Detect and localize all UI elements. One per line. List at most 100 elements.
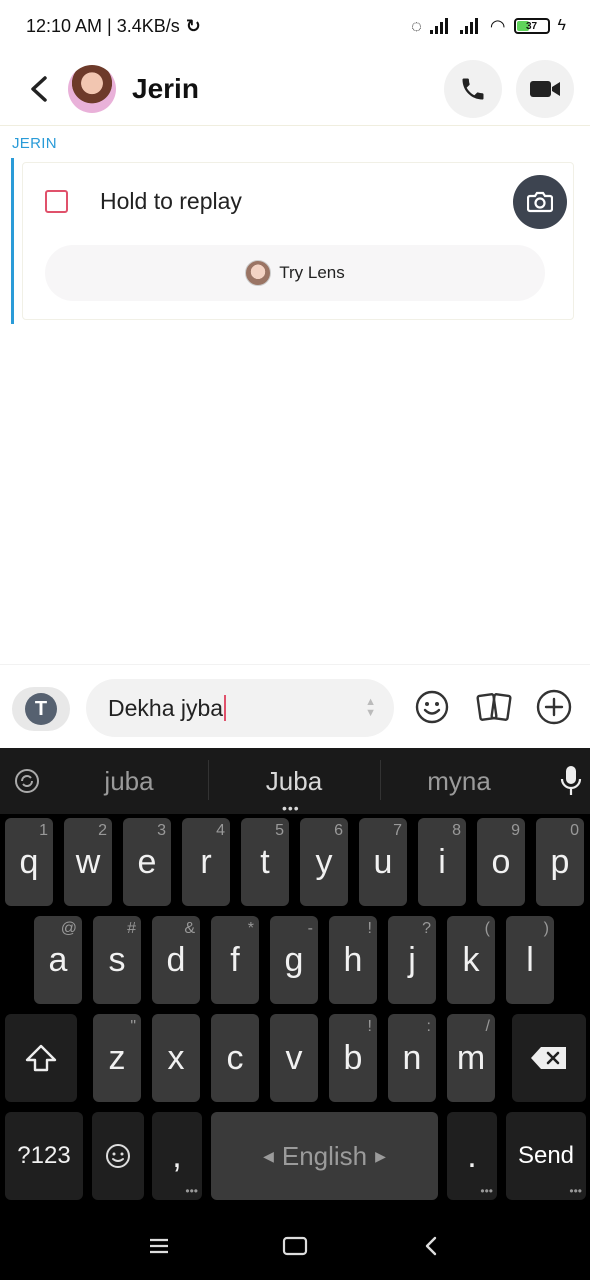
key-j[interactable]: j?: [388, 916, 436, 1004]
key-label: j: [408, 940, 416, 979]
key-u[interactable]: u7: [359, 818, 407, 906]
key-z[interactable]: z ": [93, 1014, 141, 1102]
key-label: a: [48, 940, 68, 979]
key-o[interactable]: o9: [477, 818, 525, 906]
key-alt-label: 1: [39, 822, 48, 839]
key-alt-label: 9: [511, 822, 520, 839]
emoji-button[interactable]: [412, 687, 452, 727]
back-button[interactable]: [24, 74, 54, 104]
key-alt-label: -: [307, 920, 313, 937]
message-input-text: Dekha jyba: [108, 694, 224, 721]
space-left-arrow-icon: ◀: [263, 1147, 274, 1164]
suggestion-1[interactable]: juba: [50, 748, 208, 814]
key-alt-label: 0: [570, 822, 579, 839]
key-m[interactable]: m /: [447, 1014, 495, 1102]
key-label: i: [438, 842, 446, 881]
backspace-key[interactable]: [512, 1014, 586, 1102]
reply-camera-button[interactable]: [513, 175, 567, 229]
comma-key[interactable]: , •••: [152, 1112, 202, 1200]
cards-icon: [476, 693, 512, 721]
key-a[interactable]: a @: [34, 916, 82, 1004]
key-alt-label: ?: [422, 920, 431, 937]
keyboard-menu-icon[interactable]: [12, 766, 42, 796]
key-label: w: [75, 842, 101, 881]
text-mode-button[interactable]: T: [12, 687, 70, 731]
status-left: 12:10 AM | 3.4KB/s ↻: [26, 16, 201, 37]
key-label: p: [550, 842, 570, 881]
menu-icon[interactable]: [145, 1232, 173, 1260]
key-label: f: [230, 940, 240, 979]
expand-arrows-icon[interactable]: ▲ ▼: [365, 697, 376, 719]
key-alt-label: 6: [334, 822, 343, 839]
sender-label: JERIN: [12, 135, 57, 152]
key-i[interactable]: i8: [418, 818, 466, 906]
key-more-dots: •••: [480, 1184, 493, 1198]
stickers-button[interactable]: [474, 687, 514, 727]
key-e[interactable]: e3: [123, 818, 171, 906]
space-key[interactable]: ◀ English ▶: [211, 1112, 438, 1200]
comma-key-label: ,: [172, 1136, 182, 1175]
key-v[interactable]: v: [270, 1014, 318, 1102]
more-suggestions-dots: •••: [282, 800, 300, 816]
period-key-label: .: [467, 1136, 477, 1175]
key-c[interactable]: c: [211, 1014, 259, 1102]
back-icon[interactable]: [417, 1232, 445, 1260]
key-q[interactable]: q1: [5, 818, 53, 906]
home-icon[interactable]: [281, 1232, 309, 1260]
snap-square-icon: [45, 190, 68, 213]
key-label: c: [226, 1038, 244, 1077]
key-more-dots: •••: [185, 1184, 198, 1198]
key-l[interactable]: l): [506, 916, 554, 1004]
message-input[interactable]: Dekha jyba ▲ ▼: [86, 679, 394, 737]
wifi-icon: ◠: [489, 15, 506, 36]
shift-key[interactable]: [5, 1014, 77, 1102]
key-more-dots: •••: [569, 1184, 582, 1198]
chevron-left-icon: [31, 75, 47, 102]
key-x[interactable]: x: [152, 1014, 200, 1102]
battery-level: 37: [525, 20, 538, 32]
voice-call-button[interactable]: [444, 59, 502, 118]
try-lens-button[interactable]: Try Lens: [45, 245, 545, 301]
key-label: y: [315, 842, 333, 881]
space-key-label: English: [281, 1140, 368, 1171]
key-y[interactable]: y6: [300, 818, 348, 906]
key-label: l: [526, 940, 534, 979]
key-alt-label: &: [184, 920, 195, 937]
key-k[interactable]: k(: [447, 916, 495, 1004]
key-t[interactable]: t5: [241, 818, 289, 906]
keyboard: juba Juba ••• myna q1w2e3r4t5y6u7i8o9p0 …: [0, 748, 590, 1210]
key-alt-label: #: [127, 920, 136, 937]
symbols-key[interactable]: ?123: [5, 1112, 83, 1200]
status-bar: 12:10 AM | 3.4KB/s ↻ ◌ ◠ 37 ϟ: [0, 0, 590, 52]
key-n[interactable]: n:: [388, 1014, 436, 1102]
emoji-key[interactable]: [92, 1112, 144, 1200]
video-call-button[interactable]: [516, 59, 574, 118]
signal-icon-2: [459, 18, 482, 34]
key-f[interactable]: f *: [211, 916, 259, 1004]
key-h[interactable]: h!: [329, 916, 377, 1004]
key-g[interactable]: g-: [270, 916, 318, 1004]
key-alt-label: 3: [157, 822, 166, 839]
key-label: o: [491, 842, 511, 881]
key-d[interactable]: d &: [152, 916, 200, 1004]
snap-message[interactable]: Hold to replay Try Lens: [22, 162, 574, 320]
key-label: h: [343, 940, 363, 979]
send-key[interactable]: Send •••: [506, 1112, 586, 1200]
key-alt-label: !: [367, 1018, 372, 1035]
period-key[interactable]: . •••: [447, 1112, 497, 1200]
suggestion-3[interactable]: myna: [381, 748, 537, 814]
key-label: r: [200, 842, 212, 881]
chat-title[interactable]: Jerin: [132, 73, 199, 105]
key-p[interactable]: p0: [536, 818, 584, 906]
composer-bar: T Dekha jyba ▲ ▼: [0, 664, 590, 748]
add-attachment-button[interactable]: [534, 687, 574, 727]
key-w[interactable]: w2: [64, 818, 112, 906]
avatar[interactable]: [68, 64, 116, 113]
key-alt-label: 2: [98, 822, 107, 839]
key-s[interactable]: s #: [93, 916, 141, 1004]
microphone-icon[interactable]: [556, 766, 586, 796]
key-b[interactable]: b!: [329, 1014, 377, 1102]
battery-icon: 37: [513, 18, 550, 34]
key-r[interactable]: r4: [182, 818, 230, 906]
key-alt-label: @: [60, 920, 77, 937]
